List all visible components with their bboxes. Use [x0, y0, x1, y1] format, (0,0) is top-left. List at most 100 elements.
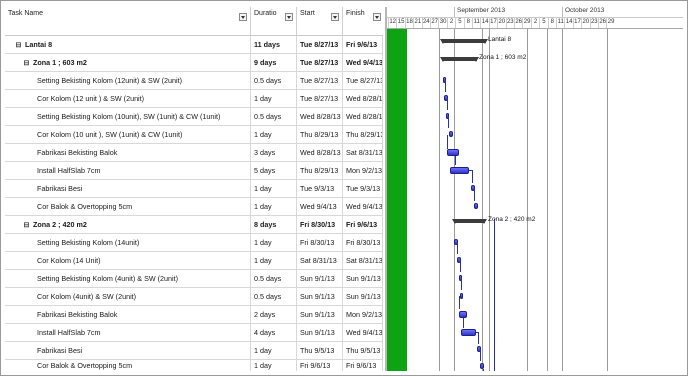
- dependency-link: [474, 188, 475, 201]
- task-bar[interactable]: [460, 293, 463, 299]
- timescale-day-label: 8: [463, 17, 472, 28]
- table-row[interactable]: ⊟ Zona 1 ; 603 m2 9 days Tue 8/27/13 Wed …: [5, 54, 383, 72]
- table-row[interactable]: Fabrikasi Bekisting Balok 3 days Wed 8/2…: [5, 144, 383, 162]
- task-bar[interactable]: [474, 203, 478, 209]
- gridline: [482, 29, 483, 371]
- dependency-link: [459, 296, 460, 309]
- column-header-start[interactable]: Start: [297, 7, 343, 35]
- dependency-link: [460, 260, 461, 272]
- table-row[interactable]: Install HalfSlab 7cm 5 days Thu 8/29/13 …: [5, 162, 383, 180]
- table-row[interactable]: Fabrikasi Besi 1 day Tue 9/3/13 Tue 9/3/…: [5, 180, 383, 198]
- table-row[interactable]: Setting Bekisting Kolom (14unit) 1 day F…: [5, 234, 383, 252]
- timescale-day-label: 2: [446, 17, 455, 28]
- gantt-chart-pane: September 2013 October 2013 12 15 18 21 24 27…: [387, 7, 683, 371]
- task-table: Task Name Duratio Start Finish ⊟ Lantai 8…: [5, 7, 383, 371]
- task-bar[interactable]: [449, 131, 453, 137]
- timescale-day-label: 29: [522, 17, 530, 28]
- timescale-day-label: 12: [388, 17, 396, 28]
- dependency-link: [480, 349, 481, 361]
- timescale-day-label: 14: [480, 17, 488, 28]
- task-name-header-label: Task Name: [8, 10, 44, 17]
- column-header-task-name[interactable]: Task Name: [5, 7, 251, 35]
- timescale-day-label: 29: [606, 17, 614, 28]
- task-bar[interactable]: [461, 329, 476, 336]
- summary-bar-start-cap: [440, 39, 446, 44]
- timescale-day-label: 17: [488, 17, 497, 28]
- dependency-link: [455, 156, 456, 165]
- duration-filter-dropdown-icon[interactable]: [285, 13, 293, 21]
- finish-header-label: Finish: [346, 10, 365, 17]
- timescale-day-label: 23: [505, 17, 514, 28]
- bar-label-zona2: Zona 2 ; 420 m2: [488, 216, 536, 223]
- dependency-link: [478, 332, 479, 344]
- start-header-label: Start: [300, 10, 315, 17]
- timescale-day-label: 2: [530, 17, 539, 28]
- start-filter-dropdown-icon[interactable]: [331, 13, 339, 21]
- dependency-link: [457, 242, 458, 254]
- project-window: Task Name Duratio Start Finish ⊟ Lantai 8…: [0, 0, 688, 376]
- table-row[interactable]: ⊟ Lantai 8 11 days Tue 8/27/13 Fri 9/6/13: [5, 36, 383, 54]
- timescale-day-label: 11: [472, 17, 480, 28]
- timescale-day-label: 5: [455, 17, 463, 28]
- dependency-link: [483, 369, 484, 371]
- finish-filter-dropdown-icon[interactable]: [373, 13, 381, 21]
- collapse-toggle-icon[interactable]: ⊟: [23, 216, 30, 233]
- bar-label-lantai8: Lantai 8: [488, 36, 512, 43]
- table-row[interactable]: Fabrikasi Besi 1 day Thu 9/5/13 Thu 9/5/…: [5, 342, 383, 360]
- gridline: [607, 29, 608, 371]
- timescale-day-label: 17: [572, 17, 581, 28]
- nonworking-time-shading: [387, 29, 407, 371]
- task-bar[interactable]: [459, 311, 467, 318]
- dependency-link: [463, 318, 464, 328]
- summary-bar-start-cap: [440, 57, 446, 62]
- dependency-link: [445, 80, 446, 92]
- gridline: [527, 29, 528, 371]
- dependency-link: [448, 116, 449, 128]
- table-row[interactable]: ⊟ Zona 2 ; 420 m2 8 days Fri 8/30/13 Fri …: [5, 216, 383, 234]
- task-bar[interactable]: [447, 149, 459, 156]
- table-row[interactable]: Cor Balok & Overtopping 5cm 1 day Fri 9/…: [5, 360, 383, 371]
- dependency-link: [447, 135, 448, 149]
- column-header-duration[interactable]: Duratio: [251, 7, 297, 35]
- summary-bar-lantai8[interactable]: [442, 39, 486, 43]
- task-bar[interactable]: [450, 167, 469, 174]
- bar-label-zona1: Zona 1 ; 603 m2: [479, 54, 527, 61]
- timescale-day-label: 24: [421, 17, 430, 28]
- collapse-toggle-icon[interactable]: ⊟: [23, 54, 30, 71]
- column-header-finish[interactable]: Finish: [343, 7, 383, 35]
- table-row[interactable]: Cor Kolom (14 Unit) 1 day Sat 8/31/13 Sa…: [5, 252, 383, 270]
- gridline: [489, 29, 490, 371]
- table-row[interactable]: Cor Balok & Overtopping 5cm 1 day Wed 9/…: [5, 198, 383, 216]
- table-row[interactable]: Setting Bekisting Kolom (4unit) & SW (2u…: [5, 270, 383, 288]
- month-label: October 2013: [562, 7, 683, 17]
- month-label: September 2013: [454, 7, 554, 17]
- table-row[interactable]: Cor Kolom (10 unit ), SW (1unit) & CW (1…: [5, 126, 383, 144]
- timescale-day-label: 23: [589, 17, 598, 28]
- table-row[interactable]: Fabrikasi Bekisting Balok 2 days Sun 9/1…: [5, 306, 383, 324]
- timescale-day-label: 21: [413, 17, 421, 28]
- timescale-day-label: 26: [514, 17, 522, 28]
- task-name-filter-dropdown-icon[interactable]: [239, 13, 247, 21]
- timescale-day-label: 26: [598, 17, 606, 28]
- timescale-day-label: 14: [564, 17, 572, 28]
- summary-bar-zona1[interactable]: [442, 57, 477, 61]
- gridline: [562, 29, 563, 371]
- dependency-link: [461, 278, 462, 290]
- summary-bar-start-cap: [452, 219, 458, 224]
- timescale-day-label: 8: [547, 17, 556, 28]
- table-row[interactable]: Install HalfSlab 7cm 4 days Sun 9/1/13 W…: [5, 324, 383, 342]
- table-row[interactable]: Setting Bekisting Kolom (12unit) & SW (2…: [5, 72, 383, 90]
- gridline: [547, 29, 548, 371]
- gridline: [454, 29, 455, 371]
- table-row[interactable]: Cor Kolom (4unit) & SW (2unit) 0.5 days …: [5, 288, 383, 306]
- dependency-link: [494, 219, 495, 371]
- gridline: [439, 29, 440, 371]
- timescale-day-label: 20: [581, 17, 589, 28]
- timescale-day-label: 5: [539, 17, 547, 28]
- timescale-day-label: 18: [404, 17, 413, 28]
- dependency-link: [472, 170, 473, 183]
- table-row[interactable]: Setting Bekisting Kolom (10unit), SW (1u…: [5, 108, 383, 126]
- duration-header-label: Duratio: [254, 10, 277, 17]
- table-row[interactable]: Cor Kolom (12 unit ) & SW (2unit) 1 day …: [5, 90, 383, 108]
- collapse-toggle-icon[interactable]: ⊟: [15, 36, 22, 53]
